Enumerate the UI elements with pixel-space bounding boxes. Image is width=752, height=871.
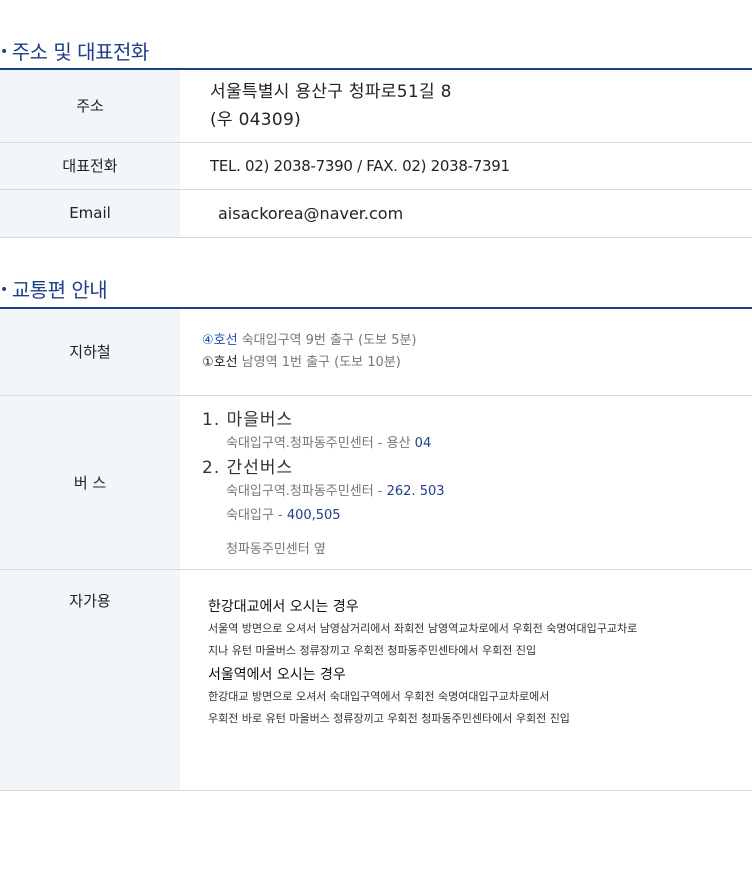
- car-label: 자가용: [0, 569, 180, 791]
- address-label: 주소: [0, 69, 180, 143]
- table-row: 버 스 1. 마을버스 숙대입구역.청파동주민센터 - 용산 04 2. 간선버…: [0, 395, 752, 570]
- car-from-bridge-title: 한강대교에서 오시는 경우: [208, 598, 359, 615]
- address-value: 서울특별시 용산구 청파로51길 8 (우 04309): [180, 69, 752, 143]
- table-row: Email aisackorea@naver.com: [0, 189, 752, 238]
- car-from-station-title: 서울역에서 오시는 경우: [208, 666, 346, 683]
- section-title-contact: • 주소 및 대표전화: [0, 40, 149, 64]
- contact-table: 주소 서울특별시 용산구 청파로51길 8 (우 04309) 대표전화 TEL…: [0, 68, 752, 238]
- email-value[interactable]: aisackorea@naver.com: [210, 204, 403, 223]
- bus-stop-note: 청파동주민센터 옆: [226, 541, 326, 557]
- car-from-station-text: 한강대교 방면으로 오셔서 숙대입구역에서 우회전 숙명여대입구교차로에서: [208, 689, 550, 703]
- bullet-icon: •: [0, 44, 8, 60]
- table-row: 주소 서울특별시 용산구 청파로51길 8 (우 04309): [0, 69, 752, 143]
- subway-line-1: ①호선 남영역 1번 출구 (도보 10분): [202, 354, 401, 370]
- trunk-bus-route-2: 숙대입구 - 400,505: [226, 507, 341, 523]
- village-bus-title: 1. 마을버스: [202, 409, 294, 430]
- phone-label: 대표전화: [0, 142, 180, 190]
- subway-label: 지하철: [0, 308, 180, 396]
- car-from-bridge-text: 서울역 방면으로 오셔서 남영삼거리에서 좌회전 남영역교차로에서 우회전 숙명…: [208, 621, 638, 635]
- village-bus-route: 숙대입구역.청파동주민센터 - 용산 04: [226, 435, 432, 451]
- email-label: Email: [0, 189, 180, 238]
- car-from-station-text: 우회전 바로 유턴 마을버스 정류장끼고 우회전 청파동주민센타에서 우회전 진…: [208, 711, 570, 725]
- transport-table: 지하철 ④호선 숙대입구역 9번 출구 (도보 5분) ①호선 남영역 1번 출…: [0, 307, 752, 791]
- trunk-bus-route-1: 숙대입구역.청파동주민센터 - 262. 503: [226, 483, 445, 499]
- section-title-transport: • 교통편 안내: [0, 278, 108, 302]
- phone-value: TEL. 02) 2038-7390 / FAX. 02) 2038-7391: [210, 157, 510, 175]
- table-row: 지하철 ④호선 숙대입구역 9번 출구 (도보 5분) ①호선 남영역 1번 출…: [0, 308, 752, 396]
- bullet-icon: •: [0, 282, 8, 298]
- table-row: 대표전화 TEL. 02) 2038-7390 / FAX. 02) 2038-…: [0, 142, 752, 190]
- trunk-bus-title: 2. 간선버스: [202, 457, 294, 478]
- car-directions: 한강대교에서 오시는 경우 서울역 방면으로 오셔서 남영삼거리에서 좌회전 남…: [202, 570, 752, 730]
- bus-label: 버 스: [0, 395, 180, 570]
- car-from-bridge-text: 지나 유턴 마을버스 정류장끼고 우회전 청파동주민센타에서 우회전 진입: [208, 643, 537, 657]
- table-row: 자가용 한강대교에서 오시는 경우 서울역 방면으로 오셔서 남영삼거리에서 좌…: [0, 569, 752, 791]
- subway-line-4: ④호선 숙대입구역 9번 출구 (도보 5분): [202, 332, 417, 348]
